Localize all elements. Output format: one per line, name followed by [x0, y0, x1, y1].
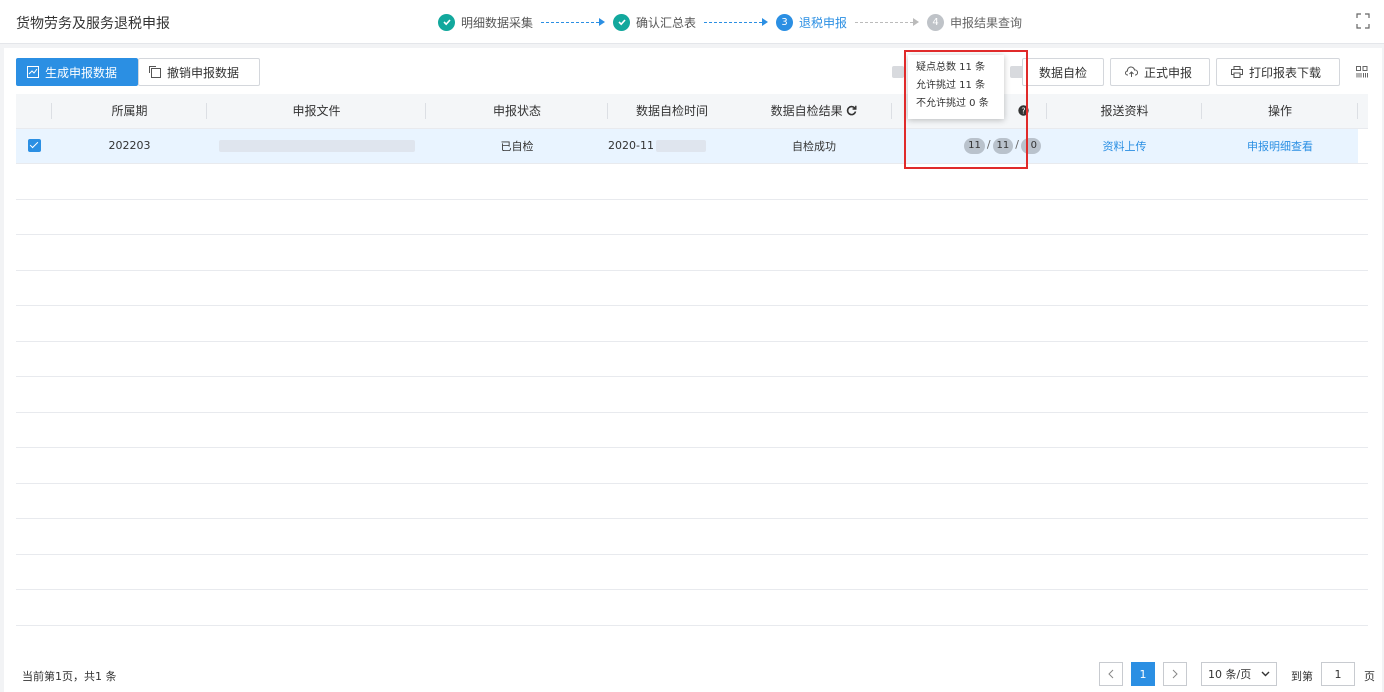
step-label: 退税申报 [799, 15, 848, 30]
column-header-upload[interactable]: 报送资料 [1047, 94, 1202, 129]
top-bar: 货物劳务及服务退税申报 明细数据采集 确认汇总表 3 退税申报 4 申报结果查询 [0, 0, 1384, 44]
button-label: 打印报表下载 [1249, 65, 1322, 80]
printer-icon [1231, 66, 1243, 78]
check-circle-icon [613, 13, 631, 31]
redacted-file-name [218, 140, 415, 152]
cell-period: 202203 [52, 128, 207, 164]
step-number: 3 [776, 13, 794, 31]
formal-declare-button[interactable]: 正式申报 [1110, 58, 1210, 86]
doubt-total-badge: 11 [964, 137, 985, 154]
view-declare-detail-link[interactable]: 申报明细查看 [1202, 128, 1358, 164]
button-label: 数据自检 [1039, 65, 1088, 80]
column-settings-icon[interactable] [1356, 66, 1368, 78]
step-label: 明细数据采集 [461, 15, 534, 30]
table-header-row: 所属期 申报文件 申报状态 数据自检时间 数据自检结果 ? 报送资料 操作 [16, 94, 1368, 129]
step-label: 确认汇总表 [636, 15, 697, 30]
redacted-area [892, 66, 904, 78]
chart-icon [27, 66, 39, 78]
svg-text:?: ? [1021, 106, 1025, 115]
next-page-button[interactable] [1163, 662, 1187, 686]
cell-check-time: 2020-11 [608, 128, 736, 164]
data-self-check-button[interactable]: 数据自检 [1022, 58, 1104, 86]
cancel-declare-data-button[interactable]: 撤销申报数据 [138, 58, 260, 86]
empty-table-rows [16, 164, 1368, 626]
generate-declare-data-button[interactable]: 生成申报数据 [16, 58, 138, 86]
upload-cloud-icon [1125, 66, 1138, 77]
page-button-current[interactable]: 1 [1131, 662, 1155, 686]
column-header-action[interactable]: 操作 [1202, 94, 1358, 129]
button-label: 正式申报 [1144, 65, 1193, 80]
column-header-check-time[interactable]: 数据自检时间 [608, 94, 736, 129]
tooltip-denied: 不允许挑过 0 条 [916, 98, 989, 109]
step-result-query[interactable]: 4 申报结果查询 [927, 13, 1023, 31]
tooltip-allowed: 允许挑过 11 条 [916, 80, 986, 91]
cell-file [207, 128, 426, 164]
page-suffix-label: 页 [1364, 670, 1375, 683]
chevron-down-icon [1261, 671, 1270, 677]
step-detail-collect[interactable]: 明细数据采集 [438, 13, 534, 31]
button-label: 生成申报数据 [45, 65, 118, 80]
chevron-right-icon [1172, 669, 1178, 679]
refresh-icon[interactable] [846, 105, 857, 116]
button-label: 撤销申报数据 [167, 65, 240, 80]
upload-materials-link[interactable]: 资料上传 [1047, 128, 1202, 164]
step-label: 申报结果查询 [950, 15, 1023, 30]
tooltip-total: 疑点总数 11 条 [916, 62, 986, 73]
step-arrow [704, 18, 769, 26]
check-circle-icon [438, 13, 455, 31]
prev-page-button[interactable] [1099, 662, 1123, 686]
step-arrow [855, 18, 920, 26]
goto-label: 到第 [1291, 670, 1313, 683]
help-icon[interactable]: ? [1018, 105, 1029, 116]
doubt-summary-tooltip: 疑点总数 11 条 允许挑过 11 条 不允许挑过 0 条 [908, 55, 1004, 119]
column-header-check-result[interactable]: 数据自检结果 [736, 94, 892, 129]
goto-page-input[interactable]: 1 [1321, 662, 1355, 686]
step-confirm-summary[interactable]: 确认汇总表 [613, 13, 697, 31]
table-row[interactable]: 202203 已自检 2020-11 自检成功 11/11/0 资料上传 申报明… [16, 128, 1368, 164]
column-header-status[interactable]: 申报状态 [426, 94, 608, 129]
cell-check-result: 自检成功 [736, 128, 892, 164]
cell-filler [1358, 128, 1368, 164]
cell-doubts: 11/11/0 [892, 128, 1047, 164]
column-header-file[interactable]: 申报文件 [207, 94, 426, 129]
chevron-left-icon [1108, 669, 1114, 679]
declare-table: 所属期 申报文件 申报状态 数据自检时间 数据自检结果 ? 报送资料 操作 20… [16, 94, 1368, 164]
step-number: 4 [927, 13, 945, 31]
column-header-period[interactable]: 所属期 [52, 94, 207, 129]
step-indicator: 明细数据采集 确认汇总表 3 退税申报 4 申报结果查询 [438, 12, 1022, 32]
doubt-denied-badge: 0 [1021, 137, 1041, 154]
row-select-cell[interactable] [16, 128, 52, 164]
redacted-time [656, 140, 706, 152]
print-report-download-button[interactable]: 打印报表下载 [1216, 58, 1340, 86]
cell-status: 已自检 [426, 128, 608, 164]
select-column-header [16, 94, 52, 129]
fullscreen-icon[interactable] [1356, 13, 1370, 29]
page-title: 货物劳务及服务退税申报 [16, 16, 170, 32]
step-arrow [541, 18, 606, 26]
column-header-filler [1358, 94, 1368, 129]
page-size-select[interactable]: 10 条/页 [1201, 662, 1277, 686]
pagination-summary: 当前第1页，共1 条 [22, 670, 117, 683]
doubt-allowed-badge: 11 [992, 137, 1014, 154]
step-tax-refund-declare[interactable]: 3 退税申报 [776, 13, 848, 31]
page-size-value: 10 条/页 [1208, 668, 1252, 681]
undo-icon [149, 66, 161, 78]
row-checkbox[interactable] [27, 139, 41, 153]
